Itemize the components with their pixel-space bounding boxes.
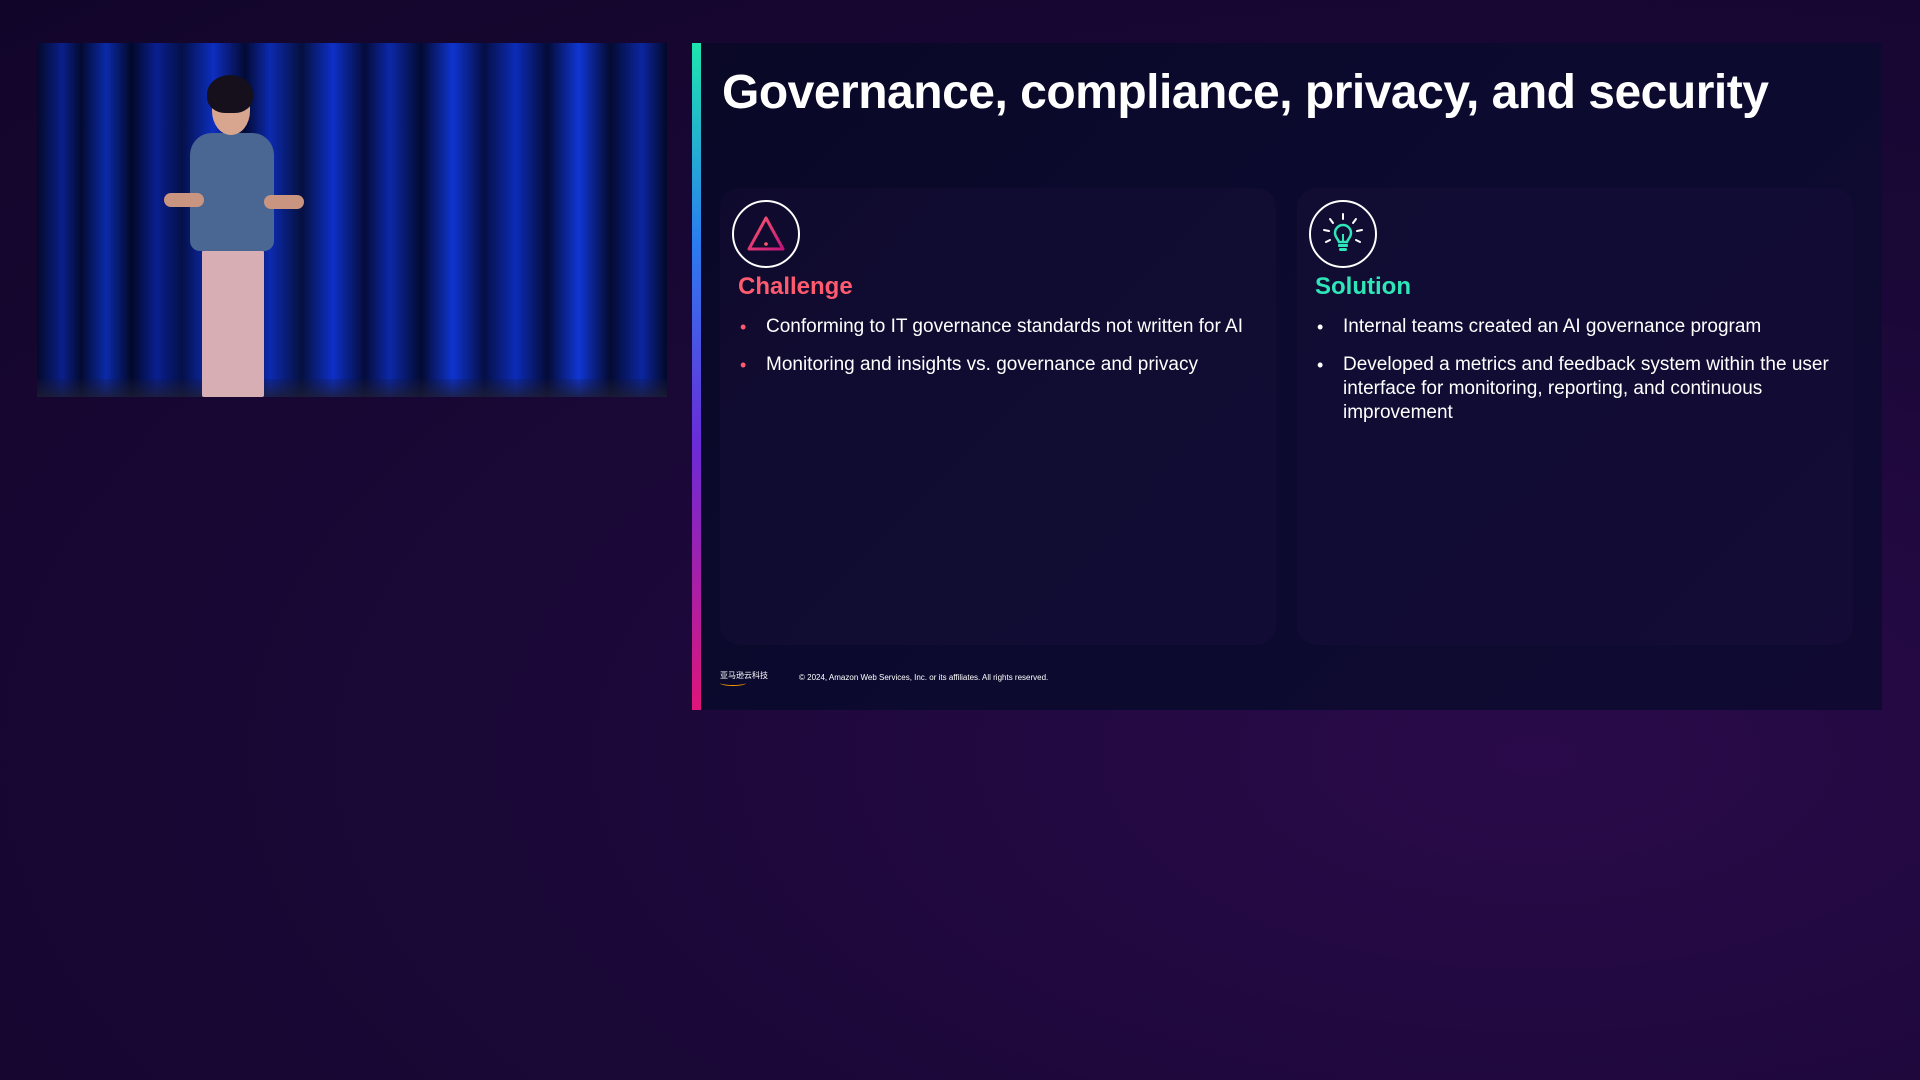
slide-title: Governance, compliance, privacy, and sec…	[722, 66, 1769, 119]
presenter-hair	[207, 75, 253, 113]
presenter-right-arm	[264, 195, 304, 209]
slide-accent-bar	[692, 43, 701, 710]
aws-logo: 亚马逊云科技	[720, 671, 768, 686]
presenter-torso	[190, 133, 274, 251]
presenter-figure	[152, 75, 312, 397]
warning-triangle-icon	[747, 216, 785, 251]
bullet-text: Monitoring and insights vs. governance a…	[766, 354, 1198, 375]
stage-floor	[37, 379, 667, 397]
solution-icon-badge	[1309, 200, 1377, 268]
challenge-heading: Challenge	[738, 273, 853, 300]
list-item: • Monitoring and insights vs. governance…	[738, 353, 1258, 377]
solution-card: Solution • Internal teams created an AI …	[1297, 188, 1853, 645]
list-item: • Conforming to IT governance standards …	[738, 315, 1258, 339]
bullet-dot: •	[1317, 317, 1324, 337]
bullet-text: Internal teams created an AI governance …	[1343, 316, 1762, 337]
bullet-dot: •	[1317, 355, 1324, 375]
bullet-text: Conforming to IT governance standards no…	[766, 316, 1244, 337]
solution-heading: Solution	[1315, 273, 1411, 300]
list-item: • Internal teams created an AI governanc…	[1315, 315, 1835, 339]
presentation-slide: Governance, compliance, privacy, and sec…	[692, 43, 1882, 710]
list-item: • Developed a metrics and feedback syste…	[1315, 353, 1835, 425]
lightbulb-icon	[1323, 213, 1363, 251]
presenter-left-arm	[164, 193, 204, 207]
bullet-dot: •	[740, 317, 747, 337]
speaker-video-feed	[37, 43, 667, 397]
copyright-notice: © 2024, Amazon Web Services, Inc. or its…	[799, 673, 1049, 682]
challenge-icon-badge	[732, 200, 800, 268]
aws-smile-icon	[720, 680, 746, 686]
bullet-text: Developed a metrics and feedback system …	[1343, 354, 1829, 423]
aws-logo-text: 亚马逊云科技	[720, 671, 768, 680]
presenter-legs	[202, 247, 264, 397]
solution-bullet-list: • Internal teams created an AI governanc…	[1315, 315, 1835, 439]
challenge-card: Challenge • Conforming to IT governance …	[720, 188, 1276, 645]
bullet-dot: •	[740, 355, 747, 375]
challenge-bullet-list: • Conforming to IT governance standards …	[738, 315, 1258, 391]
